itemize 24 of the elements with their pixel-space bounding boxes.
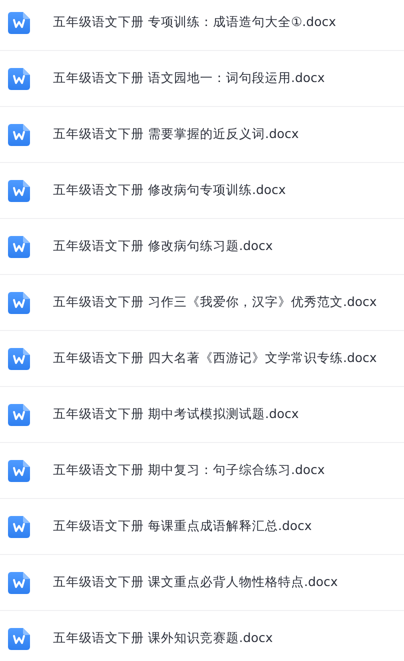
word-document-icon (8, 628, 30, 650)
file-name[interactable]: 五年级语文下册 语文园地一：词句段运用.docx (53, 70, 325, 87)
word-document-icon (8, 68, 30, 90)
word-document-icon (8, 124, 30, 146)
word-document-icon (8, 292, 30, 314)
file-name[interactable]: 五年级语文下册 需要掌握的近反义词.docx (53, 126, 299, 143)
word-document-icon (8, 348, 30, 370)
file-name[interactable]: 五年级语文下册 课外知识竞赛题.docx (53, 630, 273, 647)
file-name[interactable]: 五年级语文下册 四大名著《西游记》文学常识专练.docx (53, 350, 377, 367)
word-document-icon (8, 572, 30, 594)
file-name[interactable]: 五年级语文下册 习作三《我爱你，汉字》优秀范文.docx (53, 294, 377, 311)
file-name[interactable]: 五年级语文下册 期中复习：句子综合练习.docx (53, 462, 325, 479)
word-document-icon (8, 180, 30, 202)
file-name[interactable]: 五年级语文下册 专项训练：成语造句大全①.docx (53, 14, 336, 31)
word-document-icon (8, 460, 30, 482)
word-document-icon (8, 404, 30, 426)
file-name[interactable]: 五年级语文下册 修改病句专项训练.docx (53, 182, 286, 199)
word-document-icon (8, 236, 30, 258)
file-name[interactable]: 五年级语文下册 课文重点必背人物性格特点.docx (53, 574, 338, 591)
file-name[interactable]: 五年级语文下册 期中考试模拟测试题.docx (53, 406, 299, 423)
file-name[interactable]: 五年级语文下册 每课重点成语解释汇总.docx (53, 518, 312, 535)
word-document-icon (8, 516, 30, 538)
word-document-icon (8, 12, 30, 34)
file-name[interactable]: 五年级语文下册 修改病句练习题.docx (53, 238, 273, 255)
